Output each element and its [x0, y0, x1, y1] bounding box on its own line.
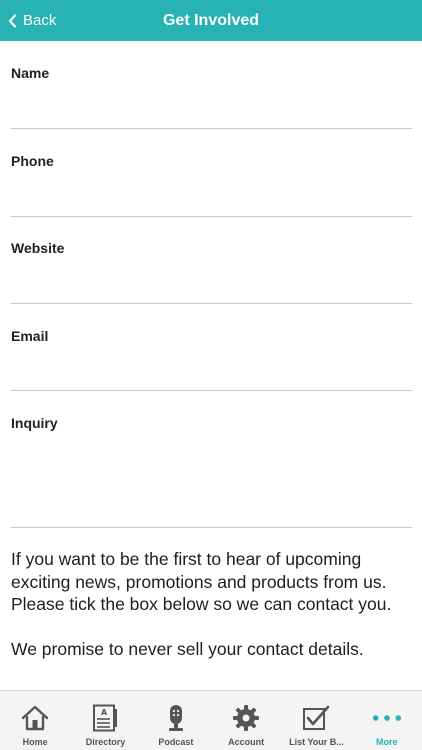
tab-more-label: More	[376, 737, 398, 747]
phone-field: Phone	[11, 153, 412, 217]
website-field: Website	[11, 240, 412, 304]
tab-directory[interactable]: A Directory	[70, 691, 140, 750]
name-label: Name	[11, 65, 50, 81]
tab-podcast[interactable]: Podcast	[141, 691, 211, 750]
website-label: Website	[11, 240, 65, 256]
tab-account-label: Account	[228, 737, 265, 747]
home-icon	[20, 704, 50, 732]
checkbox-icon	[301, 704, 331, 732]
tab-account[interactable]: Account	[211, 691, 281, 750]
inquiry-label: Inquiry	[11, 415, 58, 431]
inquiry-textarea[interactable]	[11, 437, 412, 525]
email-field: Email	[11, 328, 412, 391]
tab-list-your-business-label: List Your B...	[289, 737, 344, 747]
back-button[interactable]: Back	[8, 0, 56, 41]
navigation-bar: Back Get Involved	[0, 0, 422, 41]
directory-icon: A	[90, 704, 120, 732]
website-input[interactable]	[11, 256, 412, 296]
name-input[interactable]	[11, 81, 412, 121]
tab-list-your-business[interactable]: List Your B...	[281, 691, 351, 750]
microphone-icon	[161, 704, 191, 732]
notice-paragraph: If you want to be the first to hear of u…	[11, 549, 392, 614]
phone-label: Phone	[11, 153, 54, 169]
tab-podcast-label: Podcast	[158, 737, 194, 747]
tab-bar: Home A Directory Podcast Account List Yo…	[0, 690, 422, 750]
phone-input[interactable]	[11, 169, 412, 209]
name-field: Name	[11, 65, 412, 129]
opt-in-notice: If you want to be the first to hear of u…	[11, 548, 415, 661]
svg-text:A: A	[101, 708, 108, 717]
email-label: Email	[11, 328, 49, 344]
page-title: Get Involved	[162, 11, 260, 29]
email-input[interactable]	[11, 344, 412, 384]
back-label: Back	[23, 12, 57, 29]
tab-home[interactable]: Home	[0, 691, 70, 750]
privacy-promise: We promise to never sell your contact de…	[11, 639, 364, 659]
tab-directory-label: Directory	[85, 737, 126, 747]
more-dots-icon	[372, 704, 402, 732]
inquiry-field: Inquiry	[11, 415, 412, 528]
chevron-left-icon	[8, 13, 17, 28]
tab-more[interactable]: More	[352, 691, 422, 750]
gear-icon	[231, 704, 261, 732]
tab-home-label: Home	[22, 737, 48, 747]
